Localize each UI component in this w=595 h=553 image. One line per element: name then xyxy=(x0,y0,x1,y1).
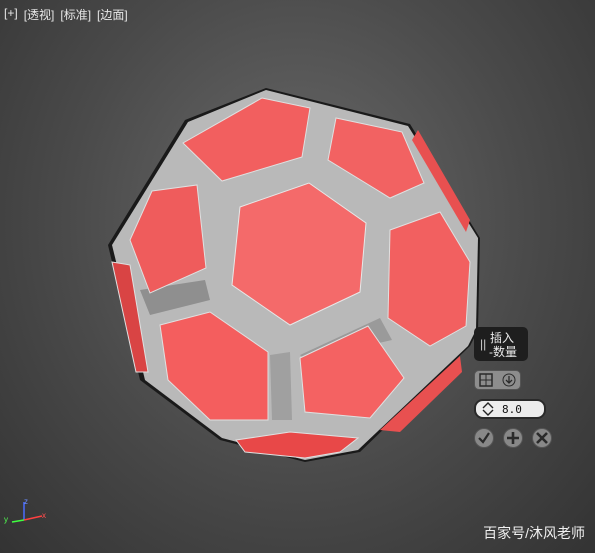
inset-caddy-tooltip: || 插入 -数量 xyxy=(474,327,528,361)
inset-mode-dropdown[interactable] xyxy=(474,370,521,390)
ok-button[interactable] xyxy=(474,428,494,448)
dropdown-arrow-icon xyxy=(502,373,516,387)
axis-gizmo: z x y xyxy=(4,497,46,524)
apply-button[interactable] xyxy=(503,428,523,448)
axis-z-label: z xyxy=(24,497,28,506)
axis-x-label: x xyxy=(42,511,46,520)
spinner-arrows-icon[interactable] xyxy=(480,401,496,417)
polygon-group-icon xyxy=(479,373,493,387)
inset-strip-shade xyxy=(270,352,292,420)
drag-handle-icon[interactable]: || xyxy=(480,337,486,351)
axis-y-label: y xyxy=(4,515,8,524)
amount-input[interactable] xyxy=(502,402,542,416)
caddy-subtitle: -数量 xyxy=(489,345,517,359)
truncated-polyhedron-model[interactable] xyxy=(0,0,595,553)
apply-plus-icon xyxy=(507,432,519,444)
ok-check-icon xyxy=(478,432,490,444)
amount-spinner[interactable] xyxy=(474,399,546,419)
cancel-x-icon xyxy=(536,432,548,444)
cancel-button[interactable] xyxy=(532,428,552,448)
watermark: 百家号/沐风老师 xyxy=(483,525,585,541)
